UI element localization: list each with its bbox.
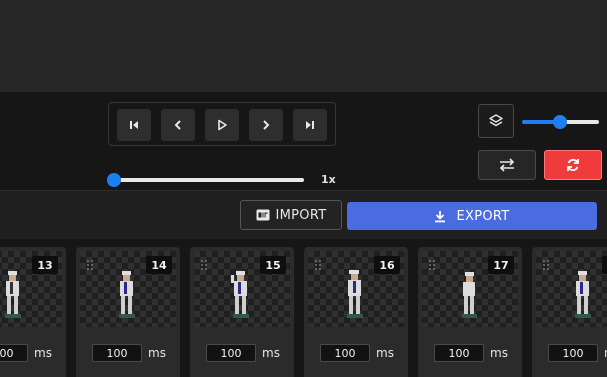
frame-delay-unit: ms [490, 346, 508, 360]
play-icon [218, 119, 227, 131]
drag-handle-icon[interactable] [314, 259, 322, 271]
frame-delay-unit: ms [376, 346, 394, 360]
play-button[interactable] [205, 109, 239, 141]
skip-to-start-button[interactable] [117, 109, 151, 141]
drag-handle-icon[interactable] [542, 259, 550, 271]
frame-card[interactable]: 14 ms [76, 247, 180, 377]
frame-delay-input[interactable] [434, 344, 484, 362]
preview-canvas-area [0, 0, 607, 92]
frame-delay-unit: ms [148, 346, 166, 360]
refresh-icon [567, 159, 579, 171]
speed-slider-thumb[interactable] [107, 173, 121, 187]
dancer-sprite-image [575, 271, 591, 318]
frame-delay-unit: ms [34, 346, 52, 360]
skip-start-icon [130, 121, 138, 129]
frame-number: 18 [602, 256, 607, 274]
opacity-slider-thumb[interactable] [553, 115, 567, 129]
refresh-button[interactable] [544, 150, 602, 180]
frame-delay-input[interactable] [206, 344, 256, 362]
frame-delay-input[interactable] [548, 344, 598, 362]
chevron-left-icon [174, 120, 181, 130]
frame-number: 16 [374, 256, 400, 274]
skip-end-icon [306, 121, 314, 129]
frames-strip: 13 ms 14 ms [0, 239, 607, 377]
previous-frame-button[interactable] [161, 109, 195, 141]
skip-to-end-button[interactable] [293, 109, 327, 141]
dancer-sprite-image [119, 271, 135, 318]
chevron-right-icon [263, 120, 270, 130]
frame-delay-input[interactable] [320, 344, 370, 362]
drag-handle-icon[interactable] [86, 259, 94, 271]
frame-card[interactable]: 17 ms [418, 247, 522, 377]
frame-card[interactable]: 16 ms [304, 247, 408, 377]
layers-icon [489, 114, 503, 127]
frame-delay-unit: ms [262, 346, 280, 360]
frame-card[interactable]: 15 ms [190, 247, 294, 377]
drag-handle-icon[interactable] [200, 259, 208, 271]
export-label: EXPORT [456, 208, 510, 224]
drag-handle-icon[interactable] [428, 259, 436, 271]
playback-button-group [108, 102, 336, 146]
dancer-sprite-image [462, 272, 477, 318]
frame-number: 17 [488, 256, 514, 274]
frame-number: 14 [146, 256, 172, 274]
next-frame-button[interactable] [249, 109, 283, 141]
frame-number: 15 [260, 256, 286, 274]
import-label: IMPORT [275, 207, 327, 223]
export-button[interactable]: EXPORT [347, 202, 597, 230]
speed-label: 1x [321, 173, 336, 186]
import-button[interactable]: IMPORT [240, 200, 342, 230]
frame-delay-input[interactable] [0, 344, 28, 362]
swap-arrows-icon [499, 158, 515, 172]
gif-icon [256, 209, 270, 221]
download-icon [435, 210, 446, 222]
speed-slider-track[interactable] [112, 178, 304, 182]
frame-card[interactable]: 13 ms [0, 247, 66, 377]
frame-delay-input[interactable] [92, 344, 142, 362]
swap-button[interactable] [478, 150, 536, 180]
dancer-sprite-image [231, 271, 249, 318]
frame-number: 13 [32, 256, 58, 274]
dancer-sprite-image [347, 270, 363, 318]
dancer-sprite-image [5, 271, 21, 318]
frame-card[interactable]: 18 ms [532, 247, 607, 377]
onion-skin-button[interactable] [478, 104, 514, 138]
